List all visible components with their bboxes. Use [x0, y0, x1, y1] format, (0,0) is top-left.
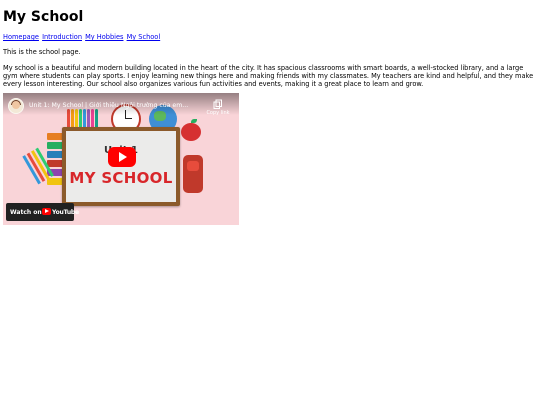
nav-link-introduction[interactable]: Introduction — [42, 33, 82, 41]
youtube-embed[interactable]: Unit 1 MY SCHOOL Unit 1: My School | Giớ… — [3, 92, 239, 225]
page: My School Homepage Introduction My Hobbi… — [0, 9, 540, 225]
watch-on-youtube-button[interactable]: Watch on YouTube — [6, 202, 79, 221]
nav-link-my-school[interactable]: My School — [127, 33, 161, 41]
nav-link-homepage[interactable]: Homepage — [3, 33, 39, 41]
page-title: My School — [3, 9, 84, 25]
nav-links: Homepage Introduction My Hobbies My Scho… — [3, 33, 537, 42]
video-title[interactable]: Unit 1: My School | Giới thiệu Ngôi trườ… — [29, 102, 204, 109]
intro-text: This is the school page. — [3, 48, 81, 56]
nav-link-my-hobbies[interactable]: My Hobbies — [85, 33, 123, 41]
thumbnail-title-text: MY SCHOOL — [69, 168, 173, 187]
backpack-illustration — [183, 154, 203, 193]
copy-link-icon — [213, 99, 222, 109]
watch-on-label: Watch on — [10, 208, 42, 216]
body-text: My school is a beautiful and modern buil… — [3, 63, 534, 88]
apple-illustration — [181, 118, 201, 141]
youtube-wordmark: YouTube — [52, 208, 79, 216]
copy-link-label: Copy link — [206, 109, 230, 116]
youtube-logo-icon — [42, 207, 51, 215]
play-icon[interactable] — [108, 146, 136, 167]
channel-avatar-icon[interactable] — [8, 97, 24, 114]
copy-link-button[interactable]: Copy link — [206, 99, 230, 116]
